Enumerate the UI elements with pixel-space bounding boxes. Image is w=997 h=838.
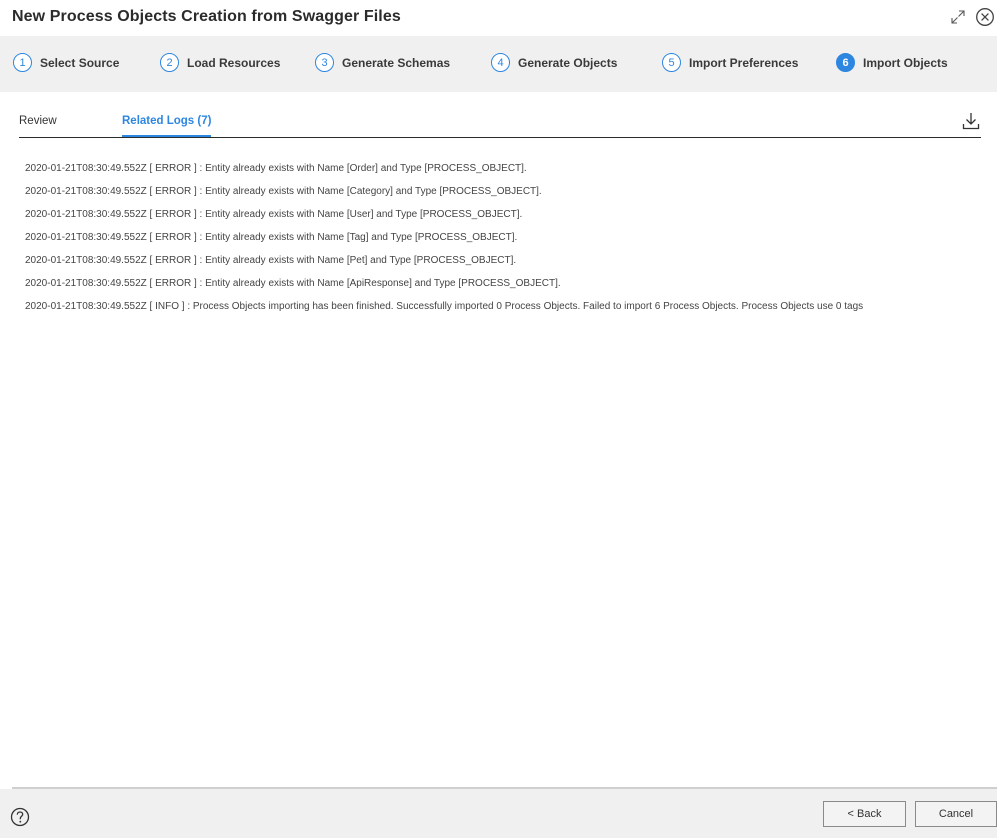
content-panel: Review Related Logs (7) 2020-01-21T08:30… (12, 92, 997, 788)
step-label: Generate Objects (518, 55, 618, 70)
log-list: 2020-01-21T08:30:49.552Z [ ERROR ] : Ent… (25, 162, 975, 323)
log-line: 2020-01-21T08:30:49.552Z [ ERROR ] : Ent… (25, 278, 561, 289)
step-label: Select Source (40, 55, 120, 70)
step-label: Load Resources (187, 55, 281, 70)
step-number: 2 (160, 53, 179, 72)
tab-related-logs[interactable]: Related Logs (7) (122, 115, 212, 137)
download-icon[interactable] (961, 111, 981, 131)
cancel-button[interactable]: Cancel (915, 801, 997, 827)
step-generate-schemas[interactable]: 3 Generate Schemas (315, 53, 450, 72)
window-controls (949, 7, 995, 27)
help-icon[interactable] (10, 807, 30, 827)
step-load-resources[interactable]: 2 Load Resources (160, 53, 280, 72)
log-line: 2020-01-21T08:30:49.552Z [ ERROR ] : Ent… (25, 209, 523, 220)
expand-icon[interactable] (949, 8, 967, 26)
step-import-preferences[interactable]: 5 Import Preferences (662, 53, 798, 72)
dialog-title: New Process Objects Creation from Swagge… (12, 8, 401, 25)
back-button[interactable]: < Back (823, 801, 906, 827)
step-number: 5 (662, 53, 681, 72)
close-icon[interactable] (975, 7, 995, 27)
wizard-steps: 1 Select Source 2 Load Resources 3 Gener… (0, 36, 997, 92)
step-number: 1 (13, 53, 32, 72)
step-label: Import Preferences (689, 55, 799, 70)
tab-bar: Review Related Logs (7) (19, 105, 981, 138)
step-import-objects[interactable]: 6 Import Objects (836, 53, 948, 72)
step-generate-objects[interactable]: 4 Generate Objects (491, 53, 617, 72)
log-line: 2020-01-21T08:30:49.552Z [ ERROR ] : Ent… (25, 232, 518, 243)
step-label: Import Objects (863, 55, 948, 70)
step-number: 4 (491, 53, 510, 72)
log-line: 2020-01-21T08:30:49.552Z [ ERROR ] : Ent… (25, 186, 542, 197)
log-line: 2020-01-21T08:30:49.552Z [ ERROR ] : Ent… (25, 163, 527, 174)
step-label: Generate Schemas (342, 55, 451, 70)
log-line: 2020-01-21T08:30:49.552Z [ ERROR ] : Ent… (25, 255, 517, 266)
log-line: 2020-01-21T08:30:49.552Z [ INFO ] : Proc… (25, 301, 864, 312)
dialog-titlebar: New Process Objects Creation from Swagge… (0, 0, 997, 36)
step-number: 6 (836, 53, 855, 72)
step-number: 3 (315, 53, 334, 72)
dialog-footer: < Back Cancel (0, 789, 997, 838)
step-select-source[interactable]: 1 Select Source (13, 53, 119, 72)
tab-review[interactable]: Review (19, 115, 57, 127)
